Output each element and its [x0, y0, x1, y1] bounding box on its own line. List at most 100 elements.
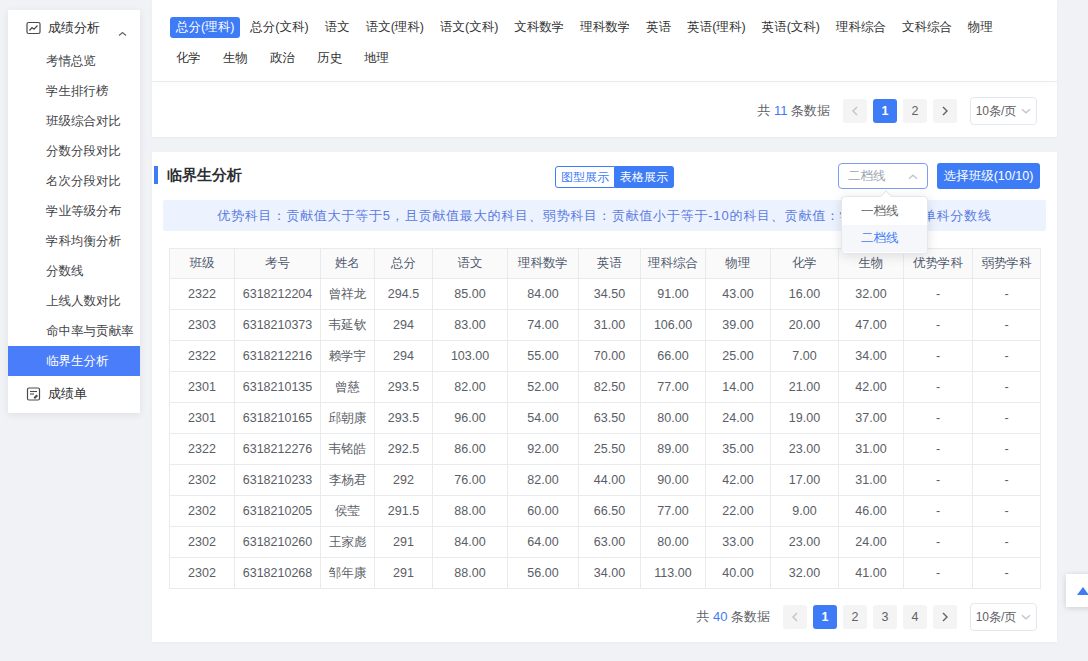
next-page-button[interactable]	[933, 99, 957, 123]
subject-tab-r1-1[interactable]: 总分(文科)	[244, 17, 314, 38]
subject-tab-r1-12[interactable]: 物理	[962, 17, 999, 38]
page-button-1[interactable]: 1	[813, 605, 837, 629]
table-row: 23016318210165邱朝康293.596.0054.0063.5080.…	[170, 403, 1041, 434]
sidebar-item-label: 成绩分析	[48, 19, 100, 37]
subject-tab-r1-4[interactable]: 语文(文科)	[434, 17, 504, 38]
subject-tab-r1-8[interactable]: 英语(理科)	[681, 17, 751, 38]
total-count-number: 40	[713, 609, 727, 624]
line-select-dropdown: 一档线二档线	[841, 196, 928, 254]
page-button-1[interactable]: 1	[873, 99, 897, 123]
sidebar-item-subject-balance-analysis[interactable]: 学科均衡分析	[8, 226, 140, 256]
table-cell-6: 31.00	[579, 310, 641, 341]
sidebar-item-critical-student-analysis[interactable]: 临界生分析	[8, 346, 140, 376]
table-cell-6: 44.00	[579, 465, 641, 496]
subject-tab-r1-5[interactable]: 文科数学	[508, 17, 570, 38]
table-cell-10: 41.00	[839, 558, 904, 589]
table-cell-1: 6318210373	[235, 310, 321, 341]
dropdown-option-1[interactable]: 二档线	[842, 225, 927, 252]
back-to-top-button[interactable]	[1066, 574, 1088, 607]
table-cell-5: 52.00	[508, 372, 579, 403]
table-cell-4: 86.00	[433, 434, 508, 465]
table-cell-10: 42.00	[839, 372, 904, 403]
table-cell-2: 曾祥龙	[321, 279, 375, 310]
subject-tab-r1-2[interactable]: 语文	[319, 17, 356, 38]
table-cell-4: 84.00	[433, 527, 508, 558]
graph-view-button[interactable]: 图型展示	[555, 166, 615, 188]
table-cell-2: 李杨君	[321, 465, 375, 496]
table-row: 23026318210260王家彪29184.0064.0063.0080.00…	[170, 527, 1041, 558]
table-cell-7: 89.00	[641, 434, 706, 465]
dropdown-option-0[interactable]: 一档线	[842, 198, 927, 225]
table-cell-9: 23.00	[771, 434, 839, 465]
table-cell-2: 邹年康	[321, 558, 375, 589]
page-button-2[interactable]: 2	[903, 99, 927, 123]
table-cell-0: 2301	[170, 372, 235, 403]
table-cell-7: 77.00	[641, 496, 706, 527]
subject-tab-r1-6[interactable]: 理科数学	[574, 17, 636, 38]
prev-page-button[interactable]	[783, 605, 807, 629]
subject-tab-r2-0[interactable]: 化学	[170, 48, 207, 69]
subject-tab-r2-2[interactable]: 政治	[264, 48, 301, 69]
line-select[interactable]: 二档线	[838, 163, 928, 189]
table-cell-11: -	[904, 310, 973, 341]
subject-tab-r1-0[interactable]: 总分(理科)	[170, 17, 240, 38]
subject-tab-r1-10[interactable]: 理科综合	[830, 17, 892, 38]
sidebar-item-academic-grade-distribution[interactable]: 学业等级分布	[8, 196, 140, 226]
table-cell-3: 291	[375, 558, 433, 589]
table-cell-4: 103.00	[433, 341, 508, 372]
table-cell-2: 侯莹	[321, 496, 375, 527]
sidebar-item-student-ranking[interactable]: 学生排行榜	[8, 76, 140, 106]
page-size-select[interactable]: 10条/页	[970, 603, 1037, 631]
next-page-button[interactable]	[933, 605, 957, 629]
prev-page-button[interactable]	[843, 99, 867, 123]
view-toggle-group: 图型展示 表格展示	[555, 166, 674, 188]
select-class-button[interactable]: 选择班级(10/10)	[937, 163, 1040, 189]
table-cell-4: 85.00	[433, 279, 508, 310]
subject-tab-r1-9[interactable]: 英语(文科)	[756, 17, 826, 38]
subject-tab-r1-3[interactable]: 语文(理科)	[360, 17, 430, 38]
chart-icon	[26, 21, 41, 35]
table-cell-9: 21.00	[771, 372, 839, 403]
chevron-up-icon[interactable]	[118, 25, 127, 40]
sidebar-item-class-comprehensive-compare[interactable]: 班级综合对比	[8, 106, 140, 136]
sidebar-item-online-count-compare[interactable]: 上线人数对比	[8, 286, 140, 316]
table-cell-8: 39.00	[706, 310, 771, 341]
page-button-2[interactable]: 2	[843, 605, 867, 629]
table-view-button[interactable]: 表格展示	[615, 166, 674, 188]
table-cell-11: -	[904, 372, 973, 403]
subject-tab-r2-3[interactable]: 历史	[311, 48, 348, 69]
bottom-pagination: 共 40 条数据123410条/页	[696, 603, 1037, 631]
sidebar-item-exam-overview[interactable]: 考情总览	[8, 46, 140, 76]
table-cell-7: 90.00	[641, 465, 706, 496]
column-header-2: 姓名	[321, 249, 375, 279]
page-button-4[interactable]: 4	[903, 605, 927, 629]
table-cell-9: 19.00	[771, 403, 839, 434]
sidebar-item-score-segment-compare[interactable]: 分数分段对比	[8, 136, 140, 166]
sidebar-item-score-line[interactable]: 分数线	[8, 256, 140, 286]
table-cell-0: 2322	[170, 279, 235, 310]
sidebar-item-rank-segment-compare[interactable]: 名次分段对比	[8, 166, 140, 196]
table-cell-2: 韦延钦	[321, 310, 375, 341]
table-cell-7: 91.00	[641, 279, 706, 310]
subject-tab-r2-4[interactable]: 地理	[358, 48, 395, 69]
sidebar-item-hit-rate-contribution[interactable]: 命中率与贡献率	[8, 316, 140, 346]
column-header-0: 班级	[170, 249, 235, 279]
page-button-3[interactable]: 3	[873, 605, 897, 629]
table-cell-2: 赖学宇	[321, 341, 375, 372]
sidebar: 成绩分析 考情总览学生排行榜班级综合对比分数分段对比名次分段对比学业等级分布学科…	[8, 10, 140, 413]
table-cell-12: -	[973, 465, 1041, 496]
table-cell-1: 6318210233	[235, 465, 321, 496]
table-cell-7: 113.00	[641, 558, 706, 589]
subject-tab-r1-7[interactable]: 英语	[640, 17, 677, 38]
table-cell-5: 92.00	[508, 434, 579, 465]
column-header-5: 理科数学	[508, 249, 579, 279]
table-cell-0: 2302	[170, 527, 235, 558]
subject-tab-r1-11[interactable]: 文科综合	[896, 17, 958, 38]
sidebar-item-score-analysis[interactable]: 成绩分析	[8, 10, 140, 46]
table-cell-3: 294.5	[375, 279, 433, 310]
table-cell-9: 16.00	[771, 279, 839, 310]
subject-tabs: 总分(理科)总分(文科)语文语文(理科)语文(文科)文科数学理科数学英语英语(理…	[152, 0, 1057, 69]
page-size-select[interactable]: 10条/页	[970, 97, 1037, 125]
sidebar-item-report-card[interactable]: 成绩单	[8, 376, 140, 412]
subject-tab-r2-1[interactable]: 生物	[217, 48, 254, 69]
